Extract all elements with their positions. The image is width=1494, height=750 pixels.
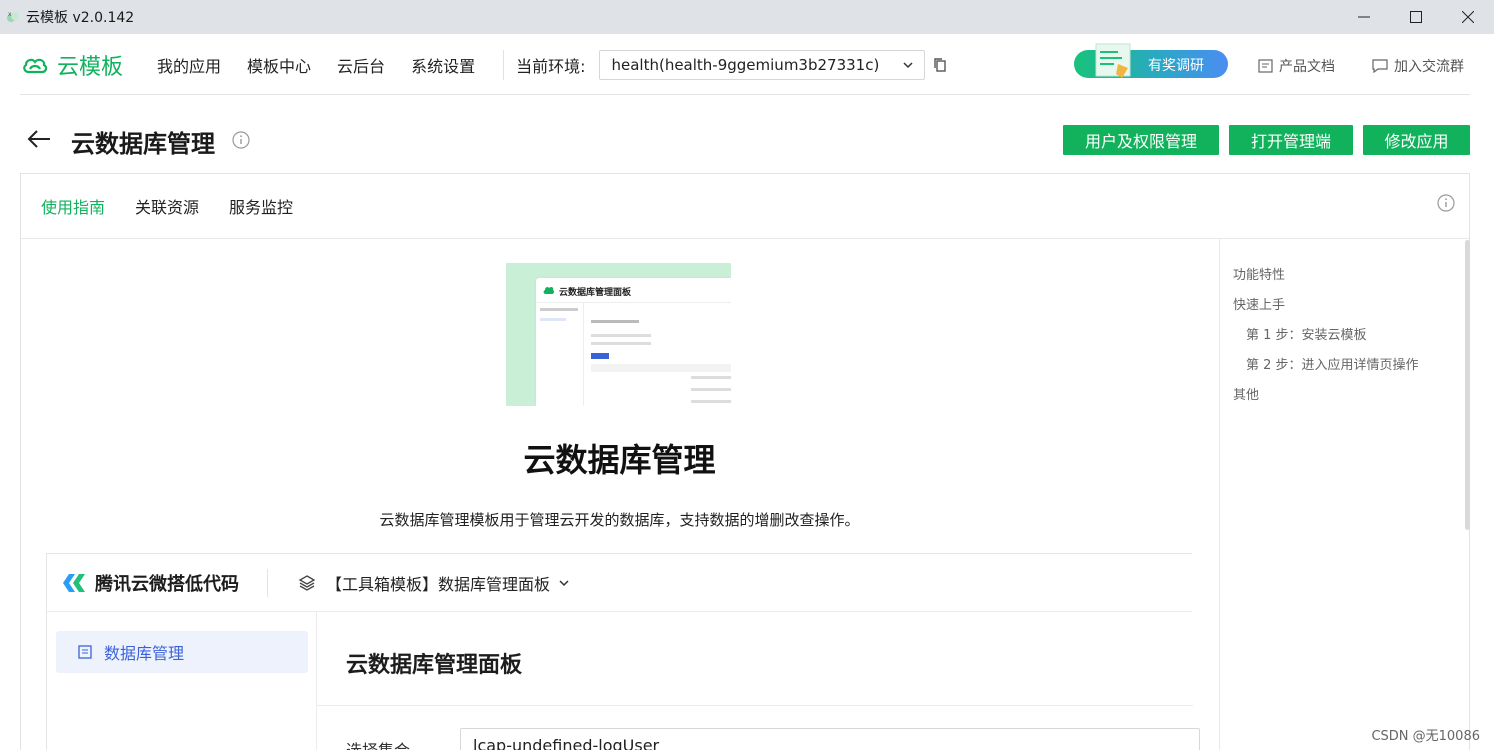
close-icon (1462, 11, 1474, 23)
copy-icon[interactable] (932, 57, 948, 73)
tab-related-resources[interactable]: 关联资源 (135, 194, 199, 218)
toc-item-step2[interactable]: 第 2 步：进入应用详情页操作 (1246, 354, 1419, 373)
shot-main-title: 云数据库管理面板 (346, 653, 523, 678)
guide-content: 云数据库管理面板 云数据库管理 云数据库管理模板用于管理云开发的数据库，支持数据… (21, 239, 1218, 750)
shot-sidebar-label: 数据库管理 (104, 644, 185, 663)
nav-divider (503, 49, 505, 80)
shot-field-label: 选择集合 (346, 737, 410, 750)
cloud-logo-icon (543, 286, 555, 294)
cloud-logo-icon (23, 58, 48, 73)
edit-app-button[interactable]: 修改应用 (1363, 125, 1470, 155)
back-arrow-icon[interactable] (26, 128, 52, 150)
minimize-icon (1358, 16, 1370, 18)
maximize-icon (1410, 11, 1422, 23)
toc-item-quickstart[interactable]: 快速上手 (1233, 294, 1285, 313)
env-select[interactable]: health(health-9ggemium3b27331c) (599, 49, 926, 80)
page-header: 云数据库管理 用户及权限管理 打开管理端 修改应用 (20, 122, 1470, 158)
window-titlebar: x 云模板 v2.0.142 (0, 0, 1494, 34)
survey-label: 有奖调研 (1148, 58, 1204, 74)
shot-field-value: lcap-undefined-logUser (460, 728, 1200, 750)
survey-illustration-icon (1095, 43, 1131, 78)
docs-label: 产品文档 (1279, 59, 1335, 75)
watermark: CSDN @无10086 (1371, 729, 1480, 744)
open-admin-button[interactable]: 打开管理端 (1229, 125, 1353, 155)
toc-item-step1[interactable]: 第 1 步：安装云模板 (1246, 324, 1367, 343)
embedded-screenshot: 腾讯云微搭低代码 【工具箱模板】数据库管理面板 数据库管理 云数据库管理面板 l… (46, 553, 1200, 750)
user-permission-button[interactable]: 用户及权限管理 (1063, 125, 1219, 155)
shot-sidebar-item: 数据库管理 (56, 631, 308, 673)
nav-item-my-apps[interactable]: 我的应用 (157, 53, 221, 77)
guide-heading: 云数据库管理 (523, 441, 716, 479)
page-title: 云数据库管理 (71, 130, 215, 158)
brand-name: 云模板 (57, 54, 124, 80)
scrollbar[interactable] (1465, 240, 1470, 530)
guide-description: 云数据库管理模板用于管理云开发的数据库，支持数据的增删改查操作。 (379, 511, 860, 529)
tab-bar: 使用指南 关联资源 服务监控 (21, 174, 1469, 239)
document-icon (1258, 59, 1273, 73)
survey-banner[interactable]: 有奖调研 (1074, 43, 1228, 78)
docs-link[interactable]: 产品文档 (1258, 56, 1335, 76)
app-icon: x (7, 11, 19, 22)
env-value: health(health-9ggemium3b27331c) (611, 55, 880, 74)
tab-guide[interactable]: 使用指南 (41, 194, 105, 218)
maximize-button[interactable] (1390, 0, 1442, 34)
community-label: 加入交流群 (1394, 59, 1464, 75)
shot-project-name: 【工具箱模板】数据库管理面板 (326, 574, 551, 594)
window-title: 云模板 v2.0.142 (26, 10, 135, 26)
toc-item-other[interactable]: 其他 (1233, 384, 1259, 403)
hero-card-title: 云数据库管理面板 (559, 288, 632, 298)
weda-logo-icon (63, 573, 85, 592)
env-label: 当前环境: (516, 56, 586, 76)
nav-item-template-center[interactable]: 模板中心 (247, 53, 311, 77)
brand[interactable]: 云模板 (21, 49, 123, 81)
toc-item-features[interactable]: 功能特性 (1233, 264, 1285, 283)
hero-image: 云数据库管理面板 (506, 263, 731, 406)
top-navigation: 云模板 我的应用 模板中心 云后台 系统设置 当前环境: health(heal… (20, 35, 1470, 95)
chevron-down-icon (559, 579, 569, 586)
layers-icon (298, 574, 316, 591)
content-panel: 使用指南 关联资源 服务监控 云数据库管理面板 云数据库管理 云数据库管理模板用… (20, 173, 1470, 750)
minimize-button[interactable] (1338, 0, 1390, 34)
close-button[interactable] (1442, 0, 1494, 34)
info-icon[interactable] (232, 131, 250, 149)
chat-bubble-icon (1372, 59, 1388, 73)
shot-brand-name: 腾讯云微搭低代码 (95, 573, 239, 595)
table-of-contents: 功能特性 快速上手 第 1 步：安装云模板 第 2 步：进入应用详情页操作 其他 (1219, 239, 1469, 750)
tab-monitoring[interactable]: 服务监控 (229, 194, 293, 218)
nav-item-cloud-backend[interactable]: 云后台 (337, 53, 385, 77)
info-icon[interactable] (1437, 194, 1455, 212)
nav-item-settings[interactable]: 系统设置 (411, 53, 475, 77)
community-link[interactable]: 加入交流群 (1372, 56, 1464, 76)
chevron-down-icon (903, 61, 914, 68)
list-icon (78, 645, 92, 659)
svg-text:x: x (8, 11, 12, 18)
